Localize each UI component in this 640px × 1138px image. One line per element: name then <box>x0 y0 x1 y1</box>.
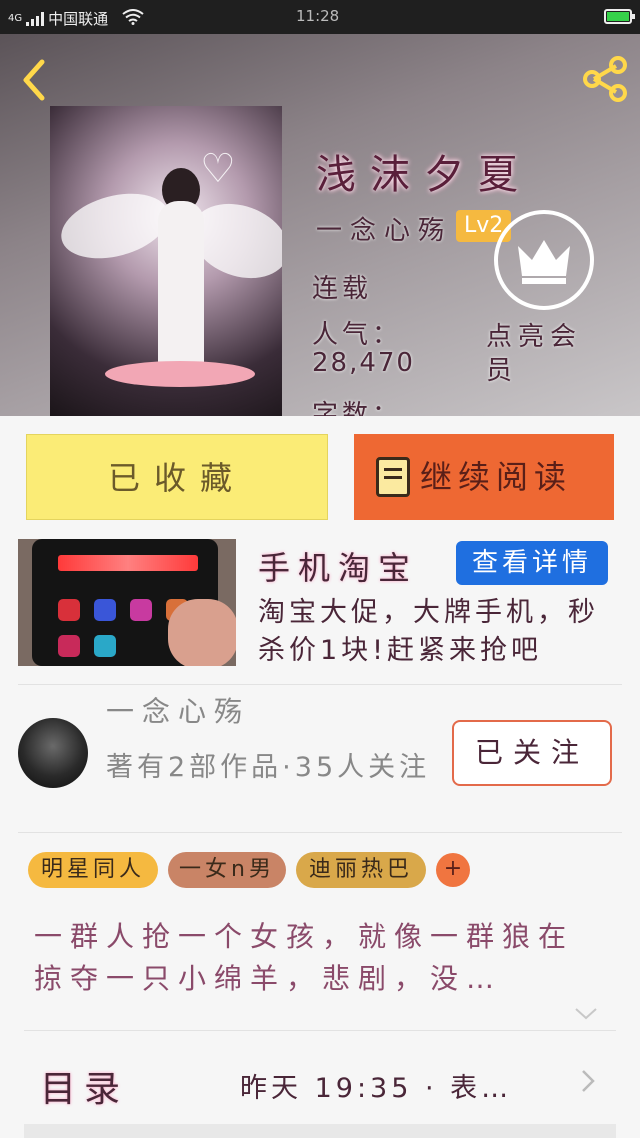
word-count-label: 字数： <box>312 400 403 416</box>
share-button[interactable] <box>580 54 630 104</box>
popularity-label: 人气： <box>312 320 403 350</box>
book-intro[interactable]: 一群人抢一个女孩，就像一群狼在掠夺一只小绵羊，悲剧，没… <box>34 916 604 1000</box>
signal-icon <box>26 11 45 26</box>
carrier-info: 4G 中国联通 <box>8 8 144 29</box>
cover-figure <box>158 201 204 371</box>
popularity-value: 28,470 <box>312 348 415 378</box>
book-cover[interactable]: ♡ <box>50 106 282 416</box>
book-status: 连载 <box>312 274 373 304</box>
app-icon <box>94 635 116 657</box>
book-title: 浅沫夕夏 <box>316 152 532 198</box>
cover-swing <box>105 361 255 387</box>
crown-icon <box>518 240 570 284</box>
app-icon <box>130 599 152 621</box>
ad-brand-banner <box>58 555 198 571</box>
follow-button[interactable]: 已关注 <box>452 720 612 786</box>
view-details-button[interactable]: 查看详情 <box>456 541 608 585</box>
collected-button[interactable]: 已收藏 <box>26 434 328 520</box>
app-icon <box>94 599 116 621</box>
vip-button[interactable] <box>494 210 594 310</box>
tag-chip[interactable]: 迪丽热巴 <box>296 852 426 888</box>
app-icon <box>58 635 80 657</box>
app-icon <box>58 599 80 621</box>
book-header: ♡ 浅沫夕夏 一念心殇 Lv2 连载 人气： 28,470 字数： 点亮会员 <box>0 34 640 416</box>
continue-reading-button[interactable]: 继续阅读 <box>354 434 614 520</box>
chevron-left-icon <box>23 59 45 101</box>
network-type: 4G <box>8 13 23 24</box>
ad-hand <box>168 599 236 666</box>
continue-reading-label: 继续阅读 <box>420 458 573 496</box>
tag-chip[interactable]: 明星同人 <box>28 852 158 888</box>
heart-icon: ♡ <box>200 146 236 192</box>
wifi-icon <box>122 8 144 29</box>
author-stats: 著有2部作品·35人关注 <box>106 752 431 783</box>
book-icon <box>376 457 410 497</box>
bottom-bar <box>24 1124 616 1138</box>
divider <box>24 1030 616 1031</box>
status-bar: 4G 中国联通 11:28 <box>0 0 640 34</box>
ad-image[interactable] <box>18 539 236 666</box>
ad-description[interactable]: 淘宝大促，大牌手机，秒杀价1块!赶紧来抢吧 <box>258 594 618 670</box>
tag-chip[interactable]: 一女n男 <box>168 852 286 888</box>
chevron-down-icon <box>575 1008 597 1020</box>
author-name[interactable]: 一念心殇 <box>106 690 250 730</box>
add-tag-button[interactable]: + <box>436 853 470 887</box>
toc-open-button[interactable] <box>578 1068 598 1094</box>
carrier-name: 中国联通 <box>48 10 109 28</box>
toc-label[interactable]: 目录 <box>40 1060 128 1112</box>
divider <box>18 684 622 685</box>
book-author[interactable]: 一念心殇 <box>316 210 452 247</box>
share-icon <box>583 56 627 102</box>
chevron-right-icon <box>582 1070 595 1092</box>
status-time: 11:28 <box>296 7 340 25</box>
back-button[interactable] <box>16 56 52 104</box>
author-avatar[interactable] <box>18 718 88 788</box>
divider <box>18 832 622 833</box>
expand-intro-button[interactable] <box>574 1006 598 1020</box>
toc-latest-update[interactable]: 昨天 19:35 · 表… <box>240 1066 512 1105</box>
ad-title[interactable]: 手机淘宝 <box>258 543 418 589</box>
vip-label[interactable]: 点亮会员 <box>486 320 596 388</box>
battery-icon <box>604 9 635 24</box>
